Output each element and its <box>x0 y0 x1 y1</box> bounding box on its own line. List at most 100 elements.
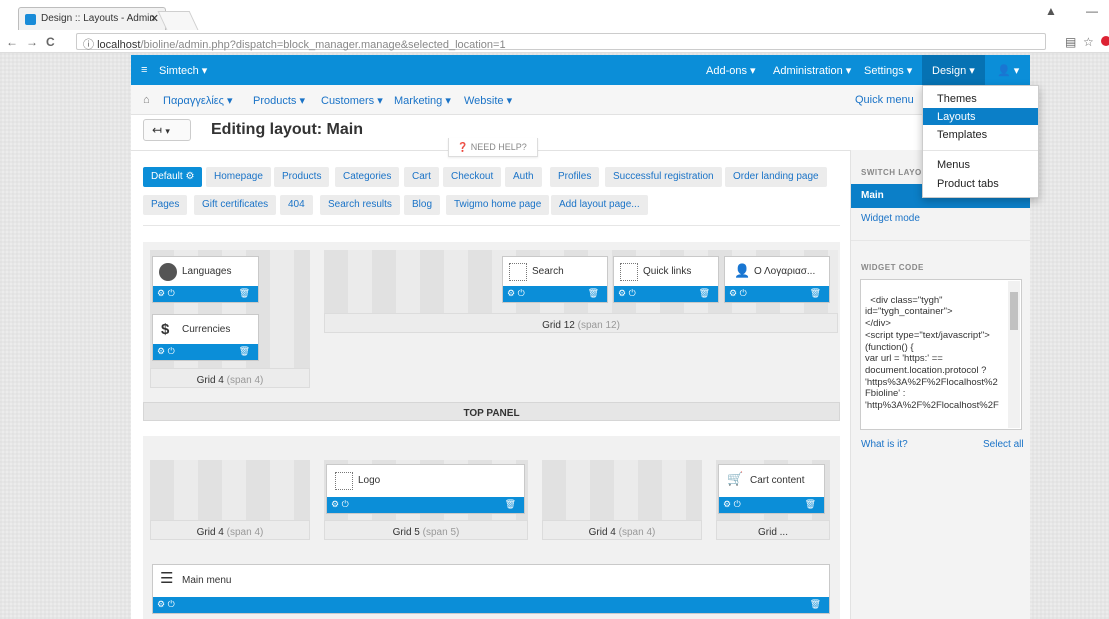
menu-item-menus[interactable]: Menus <box>923 156 1038 173</box>
gear-icon[interactable]: ⚙ ⏻ <box>157 288 175 298</box>
gear-icon[interactable]: ⚙ ⏻ <box>157 599 175 609</box>
nav-design[interactable]: Design ▾ <box>922 55 985 85</box>
profile-icon[interactable]: ▲ <box>1045 4 1057 18</box>
brand-menu[interactable]: Simtech ▾ <box>159 64 207 77</box>
nav-addons-label: Add-ons <box>706 65 747 77</box>
trash-icon[interactable]: 🗑 <box>810 599 821 610</box>
nav-settings[interactable]: Settings ▾ <box>864 64 912 77</box>
home-icon[interactable]: ⌂ <box>143 94 150 106</box>
secnav-products[interactable]: Products ▾ <box>253 94 305 107</box>
menu-item-themes[interactable]: Themes <box>923 90 1038 107</box>
page-title: Editing layout: Main <box>211 121 363 138</box>
close-icon[interactable]: ✕ <box>150 12 159 25</box>
user-icon: 👤 <box>734 263 751 278</box>
url-input[interactable]: ⓘ localhost/bioline/admin.php?dispatch=b… <box>76 33 1046 51</box>
user-menu[interactable]: 👤 ▾ <box>997 64 1019 77</box>
widget-code-textarea[interactable]: <div class="tygh" id="tygh_container"> <… <box>860 279 1022 430</box>
tab-cart[interactable]: Cart <box>404 167 439 187</box>
tab-profiles[interactable]: Profiles <box>550 167 600 187</box>
store-icon[interactable]: ≡ <box>141 64 147 76</box>
menu-item-templates[interactable]: Templates <box>923 126 1038 143</box>
trash-icon[interactable]: 🗑 <box>699 288 710 299</box>
grid-name: Grid 5 <box>392 527 420 538</box>
extension-icon[interactable] <box>1101 36 1109 46</box>
tab-homepage[interactable]: Homepage <box>206 167 271 187</box>
secnav-customers[interactable]: Customers ▾ <box>321 94 383 107</box>
gear-icon[interactable]: ⚙ ⏻ <box>331 499 349 509</box>
block-main-menu-label: Main menu <box>182 575 232 586</box>
trash-icon[interactable]: 🗑 <box>505 499 516 510</box>
back-arrow-icon[interactable]: ← <box>6 35 18 49</box>
reload-icon[interactable]: C <box>46 35 55 49</box>
tab-categories[interactable]: Categories <box>335 167 400 187</box>
tab-order-landing-page[interactable]: Order landing page <box>725 167 827 187</box>
block-search-label: Search <box>532 266 564 277</box>
gear-icon[interactable]: ⚙ ⏻ <box>157 346 175 356</box>
top-navbar: ≡ Simtech ▾ Add-ons ▾ Administration ▾ S… <box>131 55 1030 85</box>
grid-span: (span 12) <box>577 320 620 331</box>
translate-icon[interactable]: ▤ <box>1065 35 1076 49</box>
brand-label: Simtech <box>159 65 199 77</box>
trash-icon[interactable]: 🗑 <box>588 288 599 299</box>
grid-label: Grid 4 (span 4) <box>542 520 702 540</box>
block-logo[interactable]: Logo ⚙ ⏻ 🗑 <box>326 464 525 514</box>
trash-icon[interactable]: 🗑 <box>810 288 821 299</box>
scrollbar-thumb[interactable] <box>1010 292 1018 330</box>
trash-icon[interactable]: 🗑 <box>239 288 250 299</box>
secnav-orders[interactable]: Παραγγελίες ▾ <box>163 94 233 107</box>
tab-blog[interactable]: Blog <box>404 195 441 215</box>
gear-icon[interactable]: ⚙ ⏻ <box>729 288 747 298</box>
tab-twigmo-home-page[interactable]: Twigmo home page <box>446 195 550 215</box>
tab-default[interactable]: Default ⚙ <box>143 167 203 187</box>
info-icon: ⓘ <box>83 39 98 51</box>
quick-menu[interactable]: Quick menu <box>855 94 914 106</box>
url-path: /bioline/admin.php?dispatch=block_manage… <box>140 39 506 51</box>
nav-addons[interactable]: Add-ons ▾ <box>706 64 756 77</box>
sidebar-divider <box>851 240 1030 241</box>
star-icon[interactable]: ☆ <box>1083 35 1094 49</box>
block-account[interactable]: 👤 Ο Λογαριασ... ⚙ ⏻ 🗑 <box>724 256 830 303</box>
tab-auth[interactable]: Auth <box>505 167 542 187</box>
block-search[interactable]: Search ⚙ ⏻ 🗑 <box>502 256 608 303</box>
tab-pages[interactable]: Pages <box>143 195 188 215</box>
gear-icon[interactable]: ⚙ ⏻ <box>507 288 525 298</box>
minimize-icon[interactable]: — <box>1086 4 1098 18</box>
block-currencies[interactable]: $ Currencies ⚙ ⏻ 🗑 <box>152 314 259 361</box>
tab-gift-certificates[interactable]: Gift certificates <box>194 195 277 215</box>
secnav-marketing[interactable]: Marketing ▾ <box>394 94 451 107</box>
nav-administration[interactable]: Administration ▾ <box>773 64 851 77</box>
block-quick-links[interactable]: Quick links ⚙ ⏻ 🗑 <box>613 256 719 303</box>
trash-icon[interactable]: 🗑 <box>239 346 250 357</box>
browser-tab[interactable]: Design :: Layouts - Admin ✕ <box>18 7 166 30</box>
tab-products[interactable]: Products <box>274 167 330 187</box>
widget-mode-link[interactable]: Widget mode <box>861 213 920 224</box>
tab-search-results[interactable]: Search results <box>320 195 400 215</box>
globe-icon <box>159 263 177 281</box>
tab-checkout[interactable]: Checkout <box>443 167 502 187</box>
favicon-icon <box>25 14 36 25</box>
tab-default-label: Default <box>151 171 183 182</box>
gear-icon[interactable]: ⚙ ⏻ <box>618 288 636 298</box>
block-languages[interactable]: Languages ⚙ ⏻ 🗑 <box>152 256 259 303</box>
back-button[interactable]: ↤ ▾ <box>143 119 191 141</box>
back-arrow-icon: ↤ <box>152 123 163 137</box>
block-main-menu[interactable]: ☰ Main menu ⚙ ⏻ 🗑 <box>152 564 830 614</box>
menu-item-layouts[interactable]: Layouts <box>923 108 1038 125</box>
forward-arrow-icon[interactable]: → <box>26 35 38 49</box>
need-help-button[interactable]: ❓ NEED HELP? <box>448 138 538 157</box>
block-cart-content[interactable]: 🛒 Cart content ⚙ ⏻ 🗑 <box>718 464 825 514</box>
menu-item-product-tabs[interactable]: Product tabs <box>923 175 1038 192</box>
tab-successful-registration[interactable]: Successful registration <box>605 167 722 187</box>
trash-icon[interactable]: 🗑 <box>805 499 816 510</box>
secnav-website[interactable]: Website ▾ <box>464 94 512 107</box>
placeholder-icon <box>509 263 527 281</box>
gear-icon[interactable]: ⚙ ⏻ <box>723 499 741 509</box>
switch-layout-heading: SWITCH LAYOU <box>861 168 929 177</box>
placeholder-icon <box>335 472 353 490</box>
tab-404[interactable]: 404 <box>280 195 313 215</box>
block-quick-links-label: Quick links <box>643 266 692 277</box>
select-all-link[interactable]: Select all <box>983 439 1024 450</box>
tab-add-layout-page[interactable]: Add layout page... <box>551 195 648 215</box>
what-is-it-link[interactable]: What is it? <box>861 439 908 450</box>
list-icon: ☰ <box>160 570 174 587</box>
